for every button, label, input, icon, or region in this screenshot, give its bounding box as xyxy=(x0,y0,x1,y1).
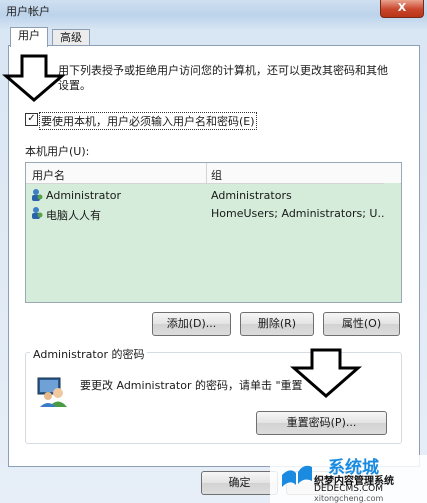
watermark-line3: xitongcheng.com xyxy=(314,494,384,503)
row-username: Administrator xyxy=(46,189,121,202)
ok-button[interactable]: 确定 xyxy=(201,471,278,495)
user-icon xyxy=(32,207,43,219)
watermark: 系统城 织梦内容管理系统 DEDECMS.COM xitongcheng.com xyxy=(270,455,427,503)
watermark-line2: DEDECMS.COM xyxy=(314,484,383,494)
user-accounts-window: 用户帐户 X 用户 高级 用下列表授予或拒绝用户访问您的计算机，还可以更改其密码… xyxy=(0,0,427,503)
down-arrow-icon xyxy=(290,348,362,398)
column-divider[interactable] xyxy=(206,163,207,183)
close-button[interactable]: X xyxy=(380,0,424,18)
properties-button[interactable]: 属性(O) xyxy=(323,312,400,336)
users-list[interactable]: 用户名 组 Administrator Administrators 电脑人人有… xyxy=(25,162,402,303)
add-user-button[interactable]: 添加(D)... xyxy=(152,312,231,336)
column-header-username[interactable]: 用户名 xyxy=(32,167,65,183)
user-icon xyxy=(32,189,43,201)
password-group-title: Administrator 的密码 xyxy=(30,346,148,362)
window-title: 用户帐户 xyxy=(6,5,50,18)
table-row[interactable]: Administrator Administrators xyxy=(26,186,384,204)
require-login-checkbox[interactable]: ✓ xyxy=(25,113,38,126)
row-group: HomeUsers; Administrators; U... xyxy=(211,207,388,220)
list-scrollbar[interactable] xyxy=(384,183,400,301)
windows-logo-icon xyxy=(282,465,312,487)
tab-users[interactable]: 用户 xyxy=(10,27,48,47)
local-users-label: 本机用户(U): xyxy=(25,145,90,158)
require-login-label[interactable]: 要使用本机，用户必须输入用户名和密码(E) xyxy=(39,112,257,130)
list-header: 用户名 组 xyxy=(26,163,401,184)
down-arrow-icon xyxy=(2,54,66,102)
description-text: 用下列表授予或拒绝用户访问您的计算机，还可以更改其密码和其他设置。 xyxy=(58,64,388,92)
row-username: 电脑人人有 xyxy=(46,209,101,222)
users-icon xyxy=(37,377,67,407)
column-header-group[interactable]: 组 xyxy=(211,167,222,183)
password-message: 要更改 Administrator 的密码，请单击 "重置 xyxy=(80,379,303,392)
tab-advanced[interactable]: 高级 xyxy=(52,29,90,46)
table-row[interactable]: 电脑人人有 HomeUsers; Administrators; U... xyxy=(26,204,388,222)
reset-password-button[interactable]: 重置密码(P)... xyxy=(256,411,387,435)
remove-user-button[interactable]: 删除(R) xyxy=(240,312,314,336)
close-icon: X xyxy=(397,1,407,14)
row-group: Administrators xyxy=(211,189,292,202)
